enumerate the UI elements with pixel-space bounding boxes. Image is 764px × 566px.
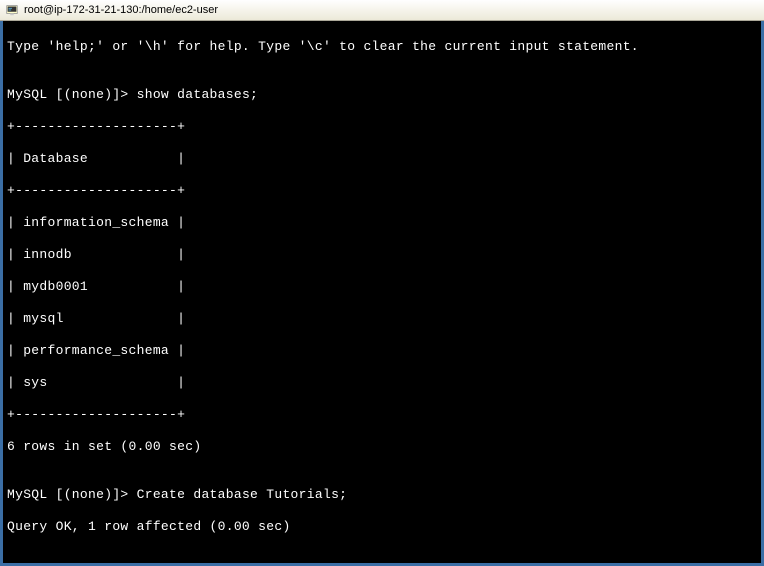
table-row: | mysql | [7,311,757,327]
result-text: Query OK, 1 row affected (0.00 sec) [7,519,757,535]
table-header: | Database | [7,151,757,167]
command-text: Create database Tutorials; [129,487,348,502]
table-row: | information_schema | [7,215,757,231]
table-row: | sys | [7,375,757,391]
table-row: | mydb0001 | [7,279,757,295]
table-separator: +--------------------+ [7,119,757,135]
window-title: root@ip-172-31-21-130:/home/ec2-user [24,4,218,16]
prompt: MySQL [(none)]> [7,87,129,102]
command-line: MySQL [(none)]> Create database Tutorial… [7,487,757,503]
prompt: MySQL [(none)]> [7,487,129,502]
help-text: Type 'help;' or '\h' for help. Type '\c'… [7,39,757,55]
table-separator: +--------------------+ [7,183,757,199]
table-separator: +--------------------+ [7,407,757,423]
terminal-output[interactable]: Type 'help;' or '\h' for help. Type '\c'… [0,21,764,566]
table-row: | innodb | [7,247,757,263]
table-row: | performance_schema | [7,343,757,359]
result-text: 6 rows in set (0.00 sec) [7,439,757,455]
window-titlebar[interactable]: root@ip-172-31-21-130:/home/ec2-user [0,0,764,21]
putty-icon [4,2,20,18]
command-text: show databases; [129,87,259,102]
command-line: MySQL [(none)]> show databases; [7,87,757,103]
